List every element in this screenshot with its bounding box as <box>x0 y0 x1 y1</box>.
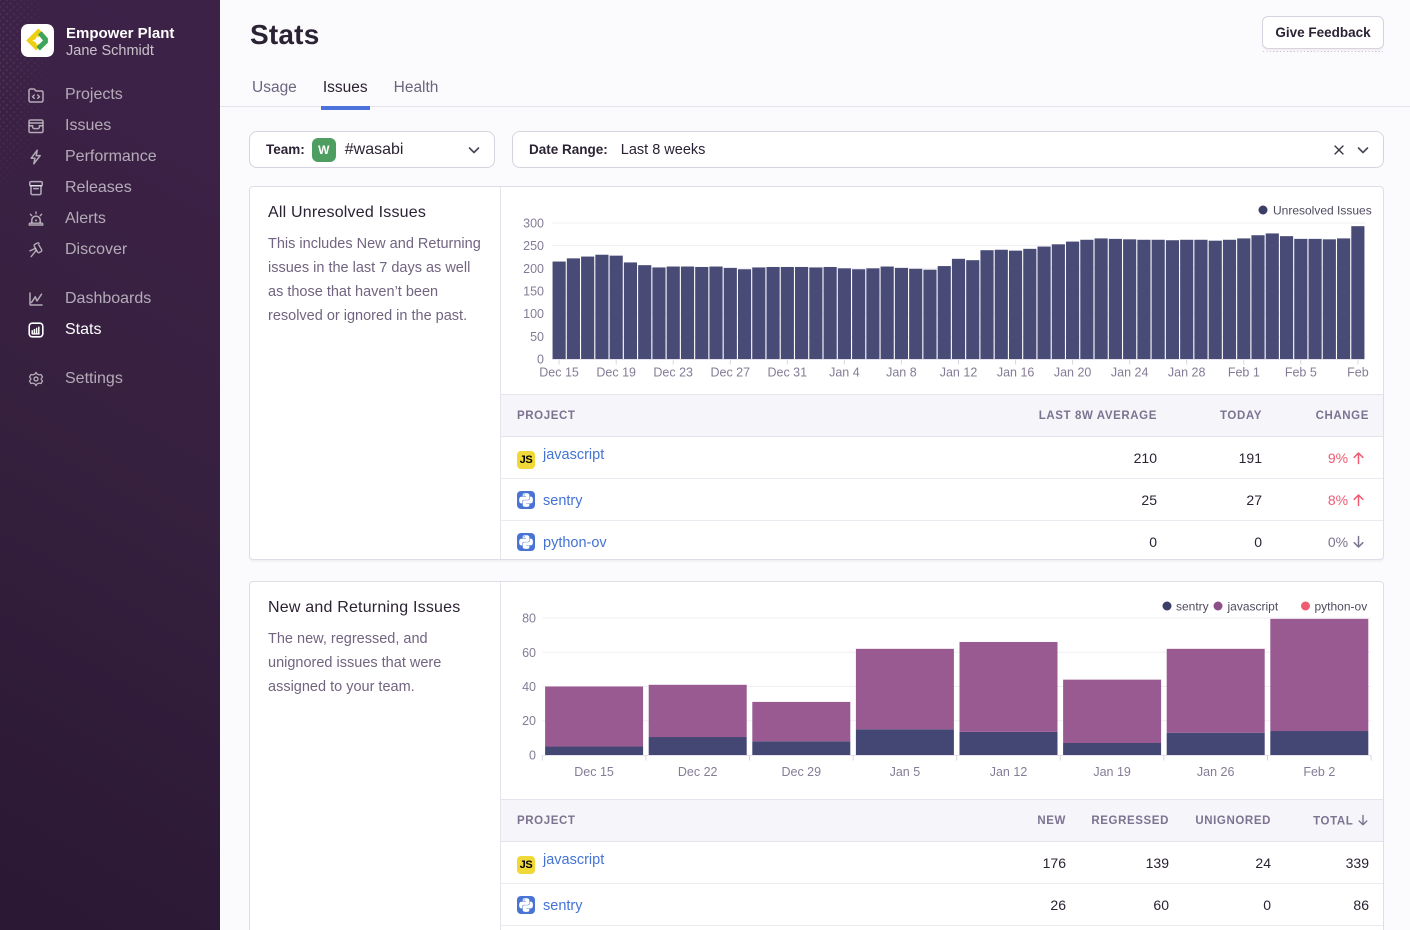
svg-text:Jan 28: Jan 28 <box>1168 366 1206 380</box>
svg-text:python-ov: python-ov <box>1315 600 1368 614</box>
svg-text:Feb 5: Feb 5 <box>1285 366 1317 380</box>
svg-text:0: 0 <box>529 749 536 763</box>
svg-text:Dec 15: Dec 15 <box>539 366 579 380</box>
svg-text:Jan 12: Jan 12 <box>990 765 1028 779</box>
svg-text:sentry: sentry <box>1176 600 1209 614</box>
svg-text:80: 80 <box>522 612 536 626</box>
svg-text:Dec 27: Dec 27 <box>710 366 750 380</box>
svg-text:100: 100 <box>523 307 544 321</box>
svg-text:60: 60 <box>522 646 536 660</box>
svg-text:Dec 23: Dec 23 <box>653 366 693 380</box>
svg-text:Dec 22: Dec 22 <box>678 765 718 779</box>
svg-text:0: 0 <box>537 353 544 367</box>
svg-text:Dec 29: Dec 29 <box>781 765 821 779</box>
svg-text:50: 50 <box>530 330 544 344</box>
svg-text:Jan 8: Jan 8 <box>886 366 917 380</box>
svg-text:Dec 15: Dec 15 <box>574 765 614 779</box>
svg-text:20: 20 <box>522 714 536 728</box>
svg-text:Jan 24: Jan 24 <box>1111 366 1149 380</box>
svg-text:Feb 2: Feb 2 <box>1303 765 1335 779</box>
svg-text:300: 300 <box>523 217 544 231</box>
svg-text:Jan 19: Jan 19 <box>1093 765 1131 779</box>
svg-text:Unresolved Issues: Unresolved Issues <box>1273 204 1372 218</box>
svg-text:200: 200 <box>523 262 544 276</box>
svg-text:Jan 16: Jan 16 <box>997 366 1035 380</box>
svg-text:250: 250 <box>523 239 544 253</box>
svg-text:Jan 20: Jan 20 <box>1054 366 1092 380</box>
svg-text:Jan 26: Jan 26 <box>1197 765 1235 779</box>
svg-text:Feb: Feb <box>1347 366 1369 380</box>
svg-text:150: 150 <box>523 285 544 299</box>
svg-text:Jan 12: Jan 12 <box>940 366 978 380</box>
svg-text:Feb 1: Feb 1 <box>1228 366 1260 380</box>
svg-text:Jan 4: Jan 4 <box>829 366 860 380</box>
svg-text:Jan 5: Jan 5 <box>890 765 921 779</box>
svg-text:javascript: javascript <box>1227 600 1279 614</box>
svg-text:Dec 19: Dec 19 <box>596 366 636 380</box>
svg-text:40: 40 <box>522 680 536 694</box>
svg-text:Dec 31: Dec 31 <box>767 366 807 380</box>
